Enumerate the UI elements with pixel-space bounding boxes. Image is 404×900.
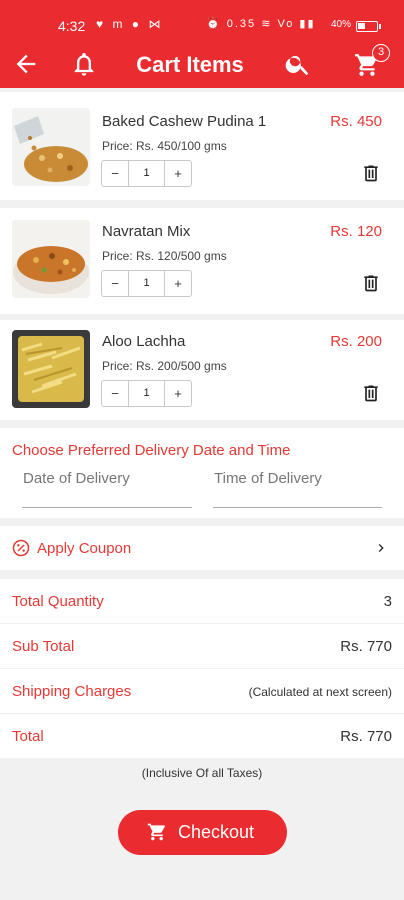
percent-badge-icon: [12, 539, 30, 557]
total-label: Total: [12, 728, 44, 745]
product-image[interactable]: [12, 220, 90, 298]
product-image[interactable]: [12, 330, 90, 408]
total-quantity-label: Total Quantity: [12, 593, 104, 610]
product-price: Rs. 120: [330, 223, 382, 240]
delivery-heading: Choose Preferred Delivery Date and Time: [12, 442, 291, 459]
trash-icon[interactable]: [361, 273, 381, 293]
summary-row-shipping: Shipping Charges (Calculated at next scr…: [0, 669, 404, 713]
notification-icons: ♥ m ● ⋈: [96, 17, 164, 31]
apply-coupon-row[interactable]: Apply Coupon: [0, 526, 404, 570]
unit-price: Price: Rs. 200/500 gms: [102, 359, 227, 373]
decrease-button[interactable]: −: [102, 381, 128, 406]
checkout-label: Checkout: [178, 822, 255, 842]
system-icons: ⏰ 0.35 ≋ Vo ▮▮: [206, 18, 316, 30]
product-price: Rs. 450: [330, 113, 382, 130]
unit-price: Price: Rs. 450/100 gms: [102, 139, 227, 153]
increase-button[interactable]: +: [165, 271, 191, 296]
decrease-button[interactable]: −: [102, 161, 128, 186]
quantity-stepper: − 1 +: [101, 160, 192, 187]
total-value: Rs. 770: [340, 728, 392, 745]
cart-item: Aloo Lachha Rs. 200 Price: Rs. 200/500 g…: [0, 320, 404, 420]
cart-icon: [147, 823, 165, 841]
tax-note: (Inclusive Of all Taxes): [141, 766, 263, 780]
trash-icon[interactable]: [361, 163, 381, 183]
delivery-date-field[interactable]: Date of Delivery: [22, 470, 192, 508]
bell-icon[interactable]: [70, 50, 98, 78]
product-name[interactable]: Aloo Lachha: [102, 333, 185, 350]
back-arrow-icon[interactable]: [12, 50, 40, 78]
cart-count-badge: 3: [372, 44, 390, 62]
quantity-stepper: − 1 +: [101, 380, 192, 407]
shipping-value: (Calculated at next screen): [248, 685, 392, 699]
summary-row-total-quantity: Total Quantity 3: [0, 579, 404, 623]
increase-button[interactable]: +: [165, 381, 191, 406]
quantity-value[interactable]: 1: [128, 271, 165, 296]
delivery-section: Choose Preferred Delivery Date and Time …: [0, 428, 404, 518]
increase-button[interactable]: +: [165, 161, 191, 186]
delivery-time-field[interactable]: Time of Delivery: [213, 470, 382, 508]
quantity-value[interactable]: 1: [128, 381, 165, 406]
cart-item: Baked Cashew Pudina 1 Rs. 450 Price: Rs.…: [0, 92, 404, 200]
app-bar: Cart Items 3: [0, 40, 404, 88]
product-price: Rs. 200: [330, 333, 382, 350]
product-name[interactable]: Navratan Mix: [102, 223, 190, 240]
cart-item: Navratan Mix Rs. 120 Price: Rs. 120/500 …: [0, 208, 404, 314]
total-quantity-value: 3: [383, 593, 392, 610]
decrease-button[interactable]: −: [102, 271, 128, 296]
checkout-button[interactable]: Checkout: [118, 810, 287, 855]
summary-row-subtotal: Sub Total Rs. 770: [0, 624, 404, 668]
status-bar: 4:32 ♥ m ● ⋈ ⏰ 0.35 ≋ Vo ▮▮ 40%: [0, 0, 404, 40]
shipping-label: Shipping Charges: [12, 683, 132, 700]
page-title: Cart Items: [136, 52, 244, 77]
subtotal-label: Sub Total: [12, 638, 75, 655]
battery-percent: 40%: [331, 19, 352, 30]
summary-row-total: Total Rs. 770: [0, 714, 404, 758]
unit-price: Price: Rs. 120/500 gms: [102, 249, 227, 263]
status-time: 4:32: [58, 18, 86, 34]
quantity-stepper: − 1 +: [101, 270, 192, 297]
product-name[interactable]: Baked Cashew Pudina 1: [102, 113, 266, 130]
search-icon[interactable]: [284, 50, 312, 78]
apply-coupon-label: Apply Coupon: [37, 540, 132, 557]
quantity-value[interactable]: 1: [128, 161, 165, 186]
battery-icon: [356, 21, 381, 32]
chevron-right-icon: [378, 544, 384, 552]
battery-level: [358, 23, 365, 29]
subtotal-value: Rs. 770: [340, 638, 392, 655]
trash-icon[interactable]: [361, 383, 381, 403]
product-image[interactable]: [12, 108, 90, 186]
